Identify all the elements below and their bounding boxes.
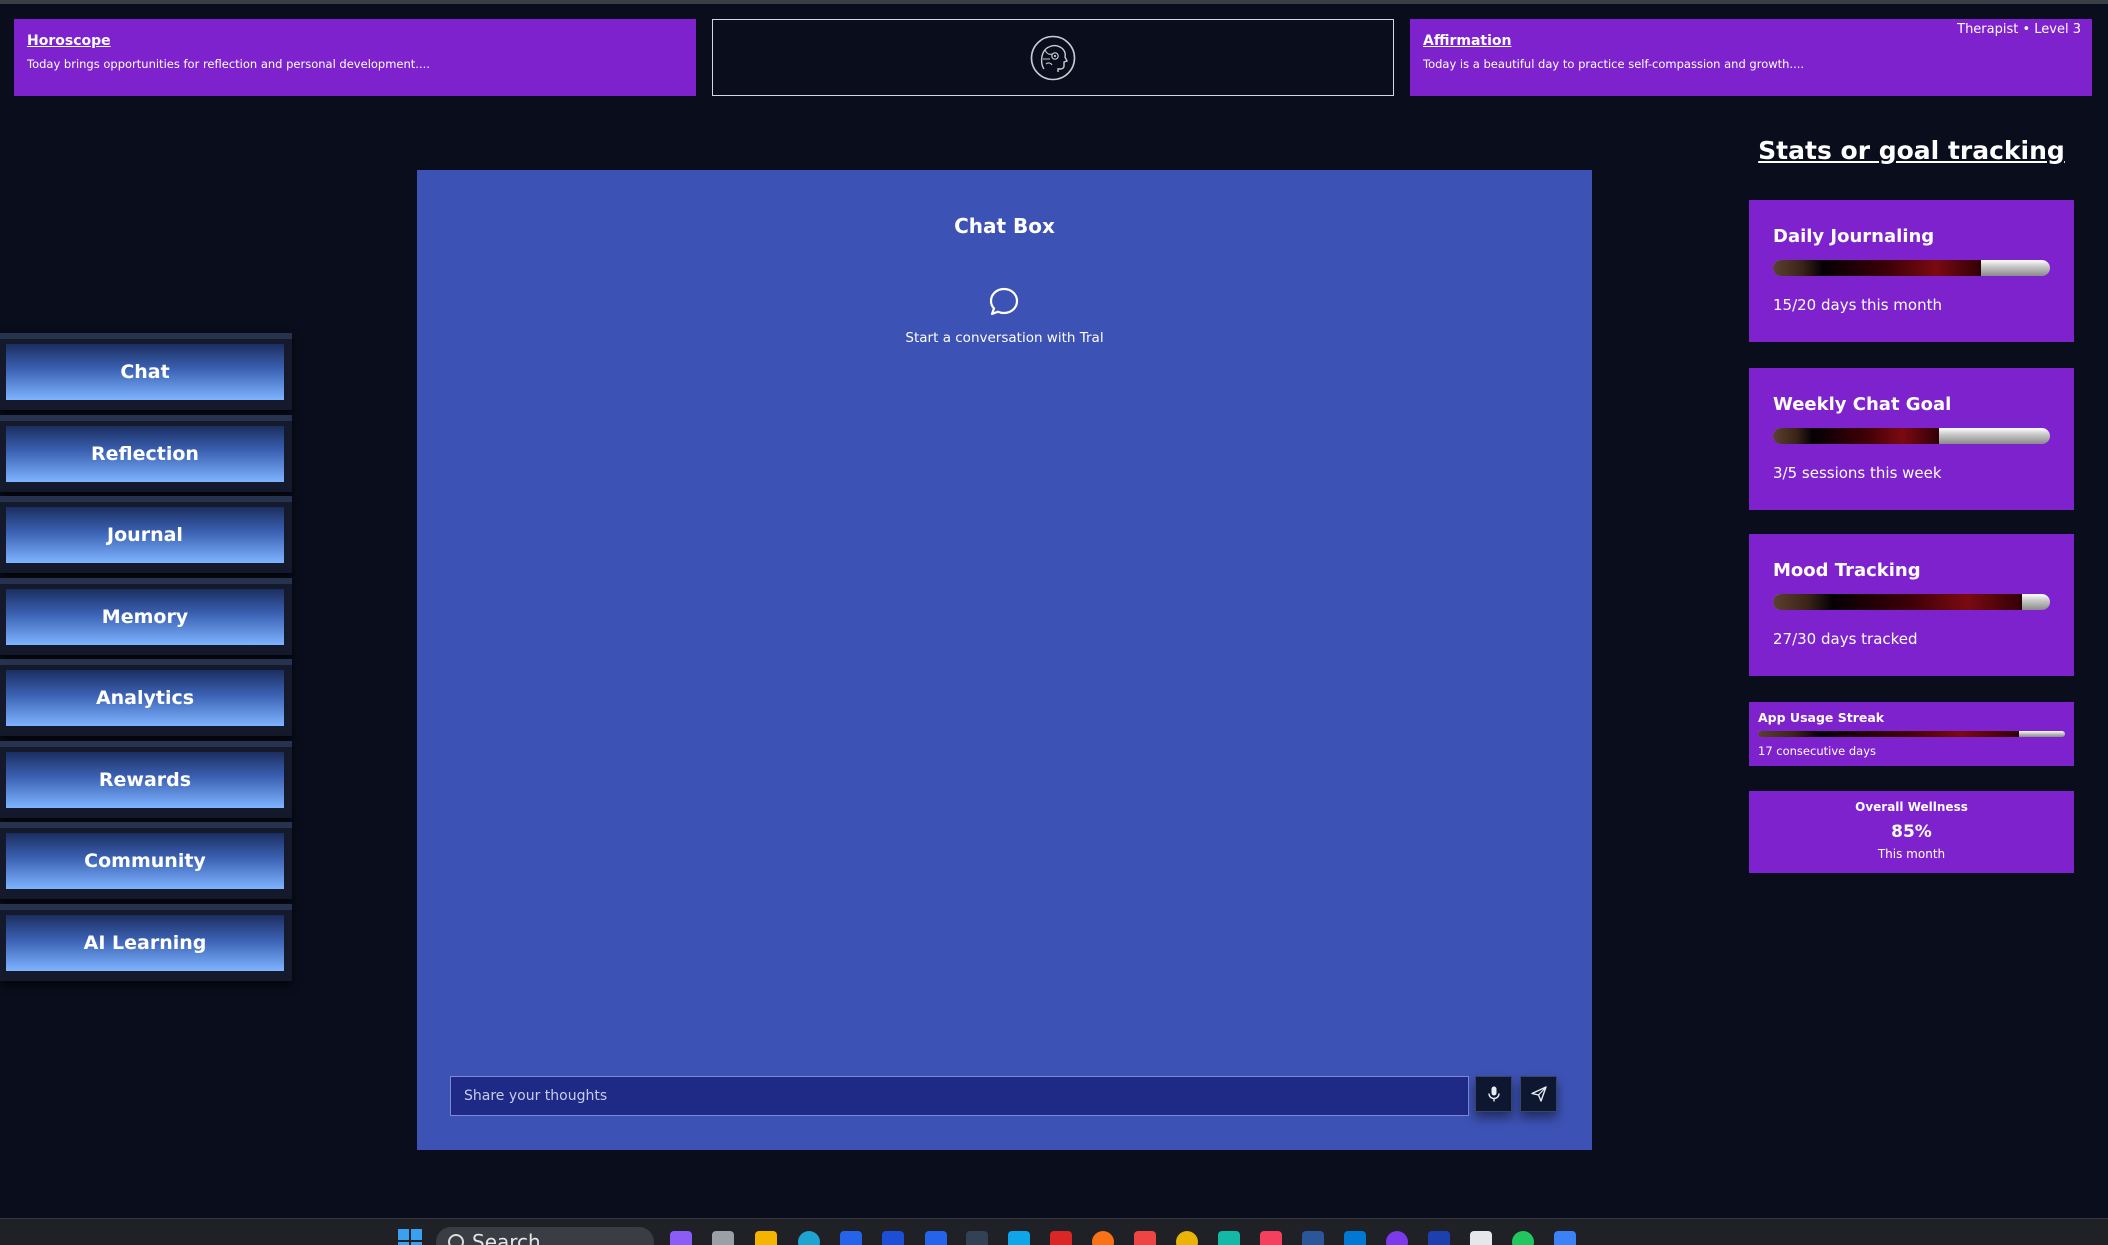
- progress-fill: [1758, 731, 2019, 737]
- daily-journaling-progress: [1773, 260, 2050, 276]
- community-nav-button[interactable]: Community: [6, 833, 284, 889]
- edge-browser-icon[interactable]: [798, 1231, 820, 1245]
- progress-fill: [1773, 260, 1981, 276]
- progress-fill: [1773, 594, 2023, 610]
- logo-box: [712, 19, 1394, 96]
- wellness-value: 85%: [1891, 822, 1932, 842]
- wellness-title: Overall Wellness: [1855, 800, 1968, 814]
- brave-icon[interactable]: [1134, 1231, 1156, 1245]
- ai-learning-nav-button[interactable]: AI Learning: [6, 914, 284, 971]
- rewards-nav-button[interactable]: Rewards: [6, 751, 284, 808]
- overall-wellness-card: Overall Wellness 85% This month: [1749, 791, 2074, 873]
- app-usage-streak-progress: [1758, 731, 2065, 737]
- stat-card-subtitle: 17 consecutive days: [1758, 744, 1876, 758]
- mind-logo-icon: [1030, 35, 1076, 80]
- microphone-button[interactable]: [1475, 1076, 1512, 1112]
- stat-card-title: Mood Tracking: [1773, 560, 1921, 581]
- stat-card-title: App Usage Streak: [1758, 710, 1885, 725]
- taskbar-app-icon[interactable]: [1260, 1231, 1282, 1245]
- chat-nav-button[interactable]: Chat: [6, 344, 284, 400]
- sidebar-item-community: Community: [0, 822, 292, 899]
- stat-card-subtitle: 15/20 days this month: [1773, 296, 1942, 314]
- word-icon[interactable]: [1302, 1231, 1324, 1245]
- sidebar-item-analytics: Analytics: [0, 659, 292, 736]
- analytics-nav-button[interactable]: Analytics: [6, 670, 284, 726]
- youtube-icon[interactable]: [1050, 1231, 1072, 1245]
- stats-heading: Stats or goal tracking: [1758, 136, 2065, 165]
- sidebar-item-rewards: Rewards: [0, 740, 292, 818]
- horoscope-banner: Horoscope Today brings opportunities for…: [14, 19, 696, 96]
- chat-empty-state-text: Start a conversation with Tral: [905, 330, 1104, 346]
- taskbar-app-icon[interactable]: [925, 1231, 947, 1245]
- memory-nav-button[interactable]: Memory: [6, 588, 284, 645]
- progress-fill: [1773, 428, 1940, 444]
- stat-card-title: Daily Journaling: [1773, 226, 1935, 247]
- chat-message-input[interactable]: [450, 1076, 1469, 1116]
- affirmation-text: Today is a beautiful day to practice sel…: [1423, 57, 1805, 71]
- firefox-icon[interactable]: [1092, 1231, 1114, 1245]
- vscode-icon[interactable]: [1344, 1231, 1366, 1245]
- sidebar-item-journal: Journal: [0, 496, 292, 573]
- send-icon: [1530, 1086, 1547, 1102]
- taskbar-app-icon[interactable]: [1512, 1231, 1534, 1245]
- daily-journaling-card: Daily Journaling 15/20 days this month: [1749, 200, 2074, 342]
- chrome-icon[interactable]: [1176, 1231, 1198, 1245]
- affirmation-banner: Affirmation Today is a beautiful day to …: [1410, 19, 2092, 96]
- weekly-chat-goal-progress: [1773, 428, 2050, 444]
- stat-card-subtitle: 3/5 sessions this week: [1773, 464, 1942, 482]
- os-taskbar: Search: [0, 1218, 2108, 1245]
- taskbar-app-icon[interactable]: [1386, 1231, 1408, 1245]
- taskbar-search-label: Search: [472, 1230, 541, 1245]
- app-usage-streak-card: App Usage Streak 17 consecutive days: [1749, 702, 2074, 766]
- microphone-icon: [1487, 1086, 1500, 1102]
- taskbar-app-icon[interactable]: [670, 1231, 692, 1245]
- chat-panel: Chat Box Start a conversation with Tral: [417, 170, 1592, 1150]
- chat-bubble-icon: [989, 287, 1019, 316]
- sidebar-item-chat: Chat: [0, 333, 292, 410]
- taskbar-app-icon[interactable]: [1470, 1231, 1492, 1245]
- weekly-chat-goal-card: Weekly Chat Goal 3/5 sessions this week: [1749, 368, 2074, 510]
- taskbar-search-box[interactable]: Search: [436, 1227, 654, 1245]
- mood-tracking-progress: [1773, 594, 2050, 610]
- store-icon[interactable]: [840, 1231, 862, 1245]
- search-icon: [448, 1234, 464, 1245]
- sidebar-nav: Chat Reflection Journal Memory Analytics…: [0, 333, 292, 985]
- windows-start-icon[interactable]: [398, 1229, 422, 1245]
- user-level-label: Therapist • Level 3: [1957, 22, 2081, 37]
- taskbar-app-icon[interactable]: [1008, 1231, 1030, 1245]
- folder-icon[interactable]: [755, 1231, 777, 1245]
- taskbar-app-icon[interactable]: [1554, 1231, 1576, 1245]
- taskbar-app-icon[interactable]: [882, 1231, 904, 1245]
- sidebar-item-ai-learning: AI Learning: [0, 903, 292, 981]
- steam-icon[interactable]: [966, 1231, 988, 1245]
- mood-tracking-card: Mood Tracking 27/30 days tracked: [1749, 534, 2074, 676]
- app-root: Horoscope Today brings opportunities for…: [0, 0, 2108, 1245]
- sidebar-item-memory: Memory: [0, 577, 292, 655]
- sidebar-item-reflection: Reflection: [0, 414, 292, 492]
- window-top-border: [0, 0, 2108, 4]
- taskbar-app-icon[interactable]: [712, 1231, 734, 1245]
- stat-card-title: Weekly Chat Goal: [1773, 394, 1952, 415]
- send-button[interactable]: [1520, 1076, 1557, 1112]
- horoscope-text: Today brings opportunities for reflectio…: [27, 57, 430, 71]
- wellness-subtitle: This month: [1877, 847, 1946, 861]
- stat-card-subtitle: 27/30 days tracked: [1773, 630, 1918, 648]
- reflection-nav-button[interactable]: Reflection: [6, 425, 284, 482]
- taskbar-app-icon[interactable]: [1218, 1231, 1240, 1245]
- taskbar-app-icon[interactable]: [1428, 1231, 1450, 1245]
- chat-box-title: Chat Box: [954, 214, 1055, 238]
- horoscope-link[interactable]: Horoscope: [27, 33, 683, 49]
- journal-nav-button[interactable]: Journal: [6, 507, 284, 563]
